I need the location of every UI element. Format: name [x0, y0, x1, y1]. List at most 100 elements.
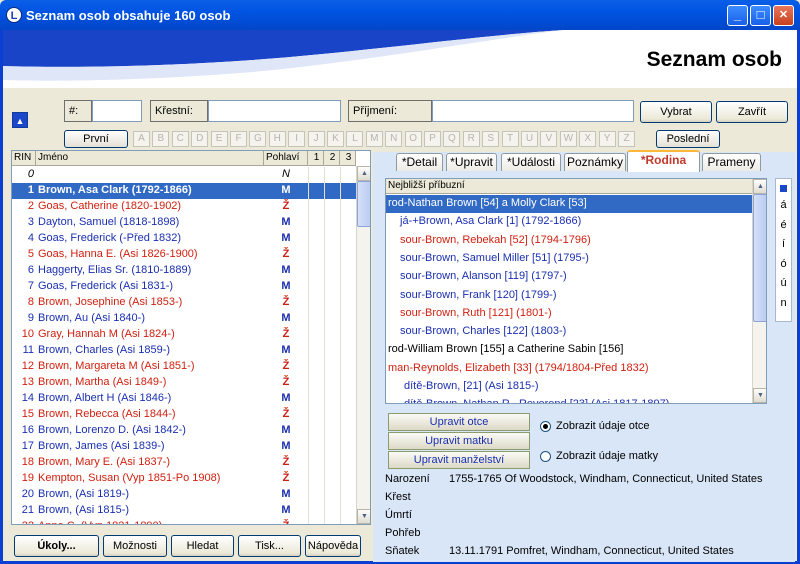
col-sex[interactable]: Pohlaví: [264, 151, 308, 166]
person-list[interactable]: RIN Jméno Pohlaví 1 2 3 0 N 1 Brown, Asa Cl…: [11, 150, 371, 525]
character-strip[interactable]: áéíóún: [775, 178, 792, 322]
strip-character[interactable]: í: [776, 238, 791, 250]
tab-edit[interactable]: *Upravit: [446, 153, 497, 171]
show-father-radio[interactable]: [540, 421, 551, 432]
family-row[interactable]: dítě-Brown, Nathan R., Reverend [23] (As…: [386, 396, 752, 403]
letter-button-z[interactable]: Z: [618, 131, 635, 147]
family-row[interactable]: sour-Brown, Alanson [119] (1797-): [386, 268, 752, 286]
options-button[interactable]: Možnosti: [103, 535, 167, 557]
table-row[interactable]: 5 Goas, Hanna E. (Asi 1826-1900) Ž: [12, 247, 356, 263]
family-scroll-up-icon[interactable]: ▲: [753, 179, 766, 194]
tab-sources[interactable]: Prameny: [702, 153, 761, 171]
letter-button-b[interactable]: B: [152, 131, 170, 147]
show-mother-radio[interactable]: [540, 451, 551, 462]
letter-button-g[interactable]: G: [249, 131, 267, 147]
letter-button-p[interactable]: P: [424, 131, 441, 147]
letter-button-y[interactable]: Y: [598, 131, 616, 147]
letter-button-w[interactable]: W: [559, 131, 577, 147]
family-scrollbar[interactable]: ▲ ▼: [752, 179, 766, 403]
table-row[interactable]: 14 Brown, Albert H (Asi 1846-) M: [12, 391, 356, 407]
family-row[interactable]: man-Reynolds, Elizabeth [33] (1794/1804-…: [386, 360, 752, 378]
family-row[interactable]: sour-Brown, Ruth [121] (1801-): [386, 305, 752, 323]
family-scroll-thumb[interactable]: [753, 194, 766, 322]
letter-button-j[interactable]: J: [307, 131, 325, 147]
col-name[interactable]: Jméno: [36, 151, 264, 166]
scroll-up-icon[interactable]: ▲: [357, 166, 370, 181]
help-button[interactable]: Nápověda: [305, 535, 361, 557]
tab-detail[interactable]: *Detail: [396, 153, 443, 171]
table-row[interactable]: 1 Brown, Asa Clark (1792-1866) M: [12, 183, 356, 199]
strip-character[interactable]: é: [776, 219, 791, 231]
letter-button-t[interactable]: T: [501, 131, 519, 147]
strip-character[interactable]: ú: [776, 277, 791, 289]
letter-button-u[interactable]: U: [521, 131, 538, 147]
family-row[interactable]: rod-William Brown [155] a Catherine Sabi…: [386, 341, 752, 359]
letter-button-i[interactable]: I: [288, 131, 306, 147]
table-row[interactable]: 22Anne C. (Vyp 1821-1890)Ž: [12, 519, 356, 524]
table-row[interactable]: 15 Brown, Rebecca (Asi 1844-) Ž: [12, 407, 356, 423]
col-1[interactable]: 1: [308, 151, 324, 166]
table-row[interactable]: 13 Brown, Martha (Asi 1849-) Ž: [12, 375, 356, 391]
table-row[interactable]: 6 Haggerty, Elias Sr. (1810-1889) M: [12, 263, 356, 279]
family-row[interactable]: já-+Brown, Asa Clark [1] (1792-1866): [386, 213, 752, 231]
letter-button-c[interactable]: C: [171, 131, 189, 147]
letter-button-o[interactable]: O: [404, 131, 422, 147]
search-button[interactable]: Hledat: [171, 535, 234, 557]
edit-father-button[interactable]: Upravit otce: [388, 413, 530, 431]
table-row[interactable]: 0N: [12, 167, 356, 183]
col-3[interactable]: 3: [340, 151, 356, 166]
table-row[interactable]: 4 Goas, Frederick (-Před 1832) M: [12, 231, 356, 247]
tasks-button[interactable]: Úkoly...: [14, 535, 99, 557]
table-row[interactable]: 9 Brown, Au (Asi 1840-) M: [12, 311, 356, 327]
close-window-button[interactable]: ✕: [773, 5, 794, 26]
select-button[interactable]: Vybrat: [640, 101, 712, 123]
col-2[interactable]: 2: [324, 151, 340, 166]
scroll-thumb[interactable]: [357, 181, 370, 227]
last-name-input[interactable]: [432, 100, 634, 122]
letter-button-k[interactable]: K: [327, 131, 344, 147]
strip-character[interactable]: á: [776, 199, 791, 211]
family-row[interactable]: sour-Brown, Charles [122] (1803-): [386, 323, 752, 341]
table-row[interactable]: 7 Goas, Frederick (Asi 1831-) M: [12, 279, 356, 295]
maximize-button[interactable]: □: [750, 5, 771, 26]
family-row[interactable]: sour-Brown, Samuel Miller [51] (1795-): [386, 250, 752, 268]
minimize-button[interactable]: _: [727, 5, 748, 26]
letter-button-a[interactable]: A: [133, 131, 150, 147]
strip-character[interactable]: ó: [776, 258, 791, 270]
letter-button-v[interactable]: V: [540, 131, 558, 147]
letter-button-f[interactable]: F: [230, 131, 247, 147]
table-row[interactable]: 11 Brown, Charles (Asi 1859-) M: [12, 343, 356, 359]
tab-events[interactable]: *Události: [501, 153, 561, 171]
tab-family[interactable]: *Rodina: [627, 150, 700, 172]
letter-button-s[interactable]: S: [482, 131, 500, 147]
col-rin[interactable]: RIN: [12, 151, 36, 166]
table-row[interactable]: 21 Brown, (Asi 1815-) M: [12, 503, 356, 519]
list-scrollbar[interactable]: ▲ ▼: [356, 166, 370, 524]
family-row[interactable]: sour-Brown, Frank [120] (1799-): [386, 287, 752, 305]
table-row[interactable]: 10 Gray, Hannah M (Asi 1824-) Ž: [12, 327, 356, 343]
table-row[interactable]: 16 Brown, Lorenzo D. (Asi 1842-) M: [12, 423, 356, 439]
letter-button-d[interactable]: D: [191, 131, 209, 147]
scroll-down-icon[interactable]: ▼: [357, 509, 370, 524]
last-letter-button[interactable]: Poslední: [656, 130, 720, 148]
table-row[interactable]: 20 Brown, (Asi 1819-) M: [12, 487, 356, 503]
close-button[interactable]: Zavřít: [716, 101, 788, 123]
letter-button-r[interactable]: R: [462, 131, 480, 147]
table-row[interactable]: 2 Goas, Catherine (1820-1902) Ž: [12, 199, 356, 215]
edit-mother-button[interactable]: Upravit matku: [388, 432, 530, 450]
first-name-input[interactable]: [208, 100, 341, 122]
first-letter-button[interactable]: První: [64, 130, 128, 148]
letter-button-h[interactable]: H: [268, 131, 286, 147]
letter-button-x[interactable]: X: [579, 131, 597, 147]
family-row[interactable]: rod-Nathan Brown [54] a Molly Clark [53]: [386, 195, 752, 213]
strip-character[interactable]: n: [776, 297, 791, 309]
table-row[interactable]: 8 Brown, Josephine (Asi 1853-) Ž: [12, 295, 356, 311]
tab-notes[interactable]: Poznámky: [564, 153, 626, 171]
letter-button-e[interactable]: E: [210, 131, 228, 147]
table-row[interactable]: 18 Brown, Mary E. (Asi 1837-) Ž: [12, 455, 356, 471]
letter-button-n[interactable]: N: [385, 131, 403, 147]
letter-button-l[interactable]: L: [346, 131, 364, 147]
up-button[interactable]: ▲: [12, 112, 28, 128]
letter-button-m[interactable]: M: [365, 131, 383, 147]
family-row[interactable]: sour-Brown, Rebekah [52] (1794-1796): [386, 232, 752, 250]
